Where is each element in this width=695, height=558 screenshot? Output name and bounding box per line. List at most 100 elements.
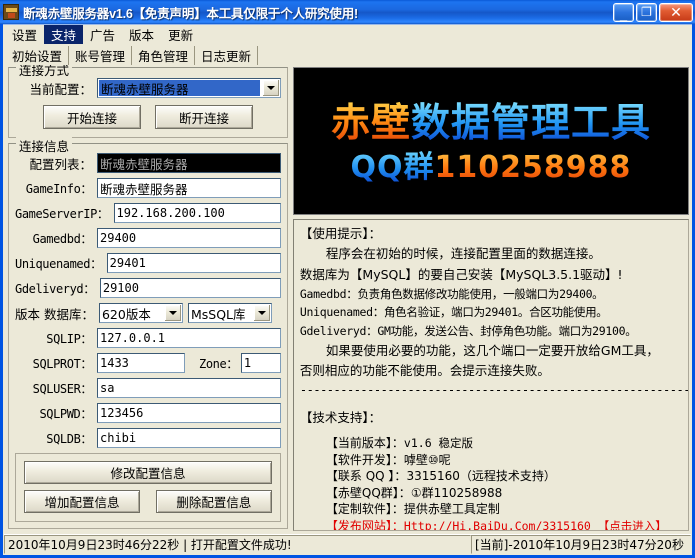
close-button[interactable]: ✕ bbox=[659, 3, 693, 22]
support-row-developer: 【软件开发】：嘑壁⑩呢 bbox=[300, 452, 682, 469]
sqlip-row: SQLIP： 127.0.0.1 bbox=[15, 328, 281, 348]
support-value-custom: 提供赤壁工具定制 bbox=[404, 502, 500, 516]
banner-title: 赤壁数据管理工具 bbox=[331, 104, 651, 143]
current-config-row: 当前配置： 断魂赤壁服务器 bbox=[15, 78, 281, 98]
connection-info-legend: 连接信息 bbox=[16, 136, 72, 155]
sqldb-label: SQLDB： bbox=[15, 430, 97, 447]
sqlpwd-row: SQLPWD： 123456 bbox=[15, 403, 281, 423]
current-config-label: 当前配置： bbox=[15, 79, 97, 98]
help-line-2: Gamedbd：负责角色数据修改功能使用，一般端口为29400。 bbox=[300, 285, 682, 304]
left-pane: 连接方式 当前配置： 断魂赤壁服务器 开始连接 断开连接 连接信息 bbox=[5, 65, 290, 534]
support-row-qq-group: 【赤壁QQ群】：①群110258988 bbox=[300, 485, 682, 502]
current-config-value: 断魂赤壁服务器 bbox=[99, 80, 260, 96]
delete-config-button[interactable]: 删除配置信息 bbox=[156, 490, 272, 513]
database-value: MsSQL库 bbox=[189, 304, 252, 322]
gameinfo-label: GameInfo： bbox=[15, 180, 97, 197]
gamedbd-input[interactable]: 29400 bbox=[97, 228, 281, 248]
maximize-button[interactable]: ❐ bbox=[636, 3, 657, 22]
sqldb-input[interactable]: chibi bbox=[97, 428, 281, 448]
uniquenamed-input[interactable]: 29401 bbox=[107, 253, 281, 273]
support-row-website[interactable]: 【发布网站】：Http://Hi.BaiDu.Com/3315160 【点击进入… bbox=[300, 518, 682, 531]
status-current-time: [当前]-2010年10月9日23时47分20秒 bbox=[471, 535, 691, 554]
status-message: 2010年10月9日23时46分22秒 | 打开配置文件成功! bbox=[4, 535, 471, 554]
gdeliveryd-input[interactable]: 29100 bbox=[100, 278, 281, 298]
current-config-combo[interactable]: 断魂赤壁服务器 bbox=[97, 78, 281, 98]
support-value-qq-group: ①群110258988 bbox=[411, 486, 502, 500]
support-key-version: 【当前版本】： bbox=[326, 436, 404, 450]
title-bar: 断魂赤壁服务器v1.6【免责声明】本工具仅限于个人研究使用! _ ❐ ✕ bbox=[0, 0, 695, 24]
menu-item-support[interactable]: 支持 bbox=[44, 25, 83, 44]
gameserverip-input[interactable]: 192.168.200.100 bbox=[114, 203, 281, 223]
sqldb-row: SQLDB： chibi bbox=[15, 428, 281, 448]
database-combo[interactable]: MsSQL库 bbox=[188, 303, 272, 323]
gameinfo-row: GameInfo： 断魂赤壁服务器 bbox=[15, 178, 281, 198]
support-key-custom: 【定制软件】： bbox=[326, 502, 404, 516]
config-action-pair: 增加配置信息 删除配置信息 bbox=[24, 490, 272, 513]
sqlpwd-input[interactable]: 123456 bbox=[97, 403, 281, 423]
menu-item-ads[interactable]: 广告 bbox=[83, 25, 122, 44]
support-row-version: 【当前版本】：v1.6 稳定版 bbox=[300, 435, 682, 452]
chevron-down-icon[interactable] bbox=[253, 305, 270, 321]
menu-item-update[interactable]: 更新 bbox=[161, 25, 200, 44]
sqlip-label: SQLIP： bbox=[15, 330, 97, 347]
menu-item-settings[interactable]: 设置 bbox=[5, 25, 44, 44]
status-bar: 2010年10月9日23时46分22秒 | 打开配置文件成功! [当前]-201… bbox=[4, 534, 691, 554]
minimize-button[interactable]: _ bbox=[613, 3, 634, 22]
help-line-5: 如果要使用必要的功能，这几个端口一定要开放给GM工具， bbox=[300, 341, 682, 361]
add-config-button[interactable]: 增加配置信息 bbox=[24, 490, 140, 513]
version-database-label: 版本 数据库： bbox=[15, 304, 99, 323]
sqlip-input[interactable]: 127.0.0.1 bbox=[97, 328, 281, 348]
gdeliveryd-row: Gdeliveryd： 29100 bbox=[15, 278, 281, 298]
tab-initial-settings[interactable]: 初始设置 bbox=[6, 46, 69, 65]
help-line-6: 否则相应的功能不能使用。会提示连接失败。 bbox=[300, 361, 682, 381]
client-area: 设置 支持 广告 版本 更新 初始设置 账号管理 角色管理 日志更新 连接方式 … bbox=[3, 24, 692, 555]
chevron-down-icon[interactable] bbox=[262, 80, 279, 96]
tab-log-update[interactable]: 日志更新 bbox=[195, 46, 258, 65]
banner-title-orange: 赤壁 bbox=[331, 101, 411, 146]
config-actions: 修改配置信息 增加配置信息 删除配置信息 bbox=[15, 453, 281, 522]
stop-connect-button[interactable]: 断开连接 bbox=[155, 105, 253, 129]
help-line-1: 数据库为【MySQL】的要自己安装【MySQL3.5.1驱动】! bbox=[300, 265, 682, 285]
tab-account-management[interactable]: 账号管理 bbox=[69, 46, 132, 65]
support-row-custom: 【定制软件】：提供赤壁工具定制 bbox=[300, 501, 682, 518]
sqlprot-label: SQLPROT： bbox=[15, 355, 97, 372]
app-icon bbox=[3, 4, 19, 20]
uniquenamed-label: Uniquenamed： bbox=[15, 255, 107, 272]
gamedbd-label: Gamedbd： bbox=[15, 230, 97, 247]
sqluser-row: SQLUSER： sa bbox=[15, 378, 281, 398]
gdeliveryd-label: Gdeliveryd： bbox=[15, 280, 100, 297]
zone-input[interactable]: 1 bbox=[241, 353, 281, 373]
sqlpwd-label: SQLPWD： bbox=[15, 405, 97, 422]
modify-config-button[interactable]: 修改配置信息 bbox=[24, 461, 272, 484]
banner-qq-number: 110258988 bbox=[435, 150, 632, 185]
version-combo[interactable]: 620版本 bbox=[99, 303, 183, 323]
support-spacer bbox=[300, 428, 682, 435]
zone-label: Zone： bbox=[185, 355, 241, 372]
gamedbd-row: Gamedbd： 29400 bbox=[15, 228, 281, 248]
version-database-row: 版本 数据库： 620版本 MsSQL库 bbox=[15, 303, 281, 323]
tab-role-management[interactable]: 角色管理 bbox=[132, 46, 195, 65]
connection-buttons: 开始连接 断开连接 bbox=[15, 103, 281, 131]
menu-item-version[interactable]: 版本 bbox=[122, 25, 161, 44]
gameinfo-input[interactable]: 断魂赤壁服务器 bbox=[97, 178, 281, 198]
right-pane: 赤壁数据管理工具 QQ群110258988 【使用提示】： 程序会在初始的时候，… bbox=[290, 65, 690, 534]
banner-qq-group: QQ群110258988 bbox=[351, 153, 632, 183]
config-list-box[interactable]: 断魂赤壁服务器 bbox=[97, 153, 281, 173]
support-value-website[interactable]: Http://Hi.BaiDu.Com/3315160 【点击进入】 bbox=[404, 519, 667, 531]
config-list-row: 配置列表： 断魂赤壁服务器 bbox=[15, 153, 281, 173]
tab-strip: 初始设置 账号管理 角色管理 日志更新 bbox=[3, 44, 692, 65]
connection-info-group: 连接信息 配置列表： 断魂赤壁服务器 GameInfo： 断魂赤壁服务器 Gam… bbox=[8, 143, 288, 529]
gameserverip-row: GameServerIP： 192.168.200.100 bbox=[15, 203, 281, 223]
window-controls: _ ❐ ✕ bbox=[613, 3, 693, 22]
support-title: 【技术支持】： bbox=[300, 408, 682, 428]
sqlprot-input[interactable]: 1433 bbox=[97, 353, 185, 373]
help-text-box: 【使用提示】： 程序会在初始的时候，连接配置里面的数据连接。 数据库为【MySQ… bbox=[293, 219, 689, 531]
support-row-qq: 【联系 QQ 】：3315160（远程技术支持） bbox=[300, 468, 682, 485]
banner-title-blue: 数据管理工具 bbox=[411, 101, 651, 146]
minimize-icon: _ bbox=[614, 9, 633, 22]
help-title: 【使用提示】： bbox=[300, 224, 682, 244]
chevron-down-icon[interactable] bbox=[164, 305, 181, 321]
start-connect-button[interactable]: 开始连接 bbox=[43, 105, 141, 129]
support-value-qq: 3315160（远程技术支持） bbox=[406, 469, 555, 483]
sqluser-input[interactable]: sa bbox=[97, 378, 281, 398]
